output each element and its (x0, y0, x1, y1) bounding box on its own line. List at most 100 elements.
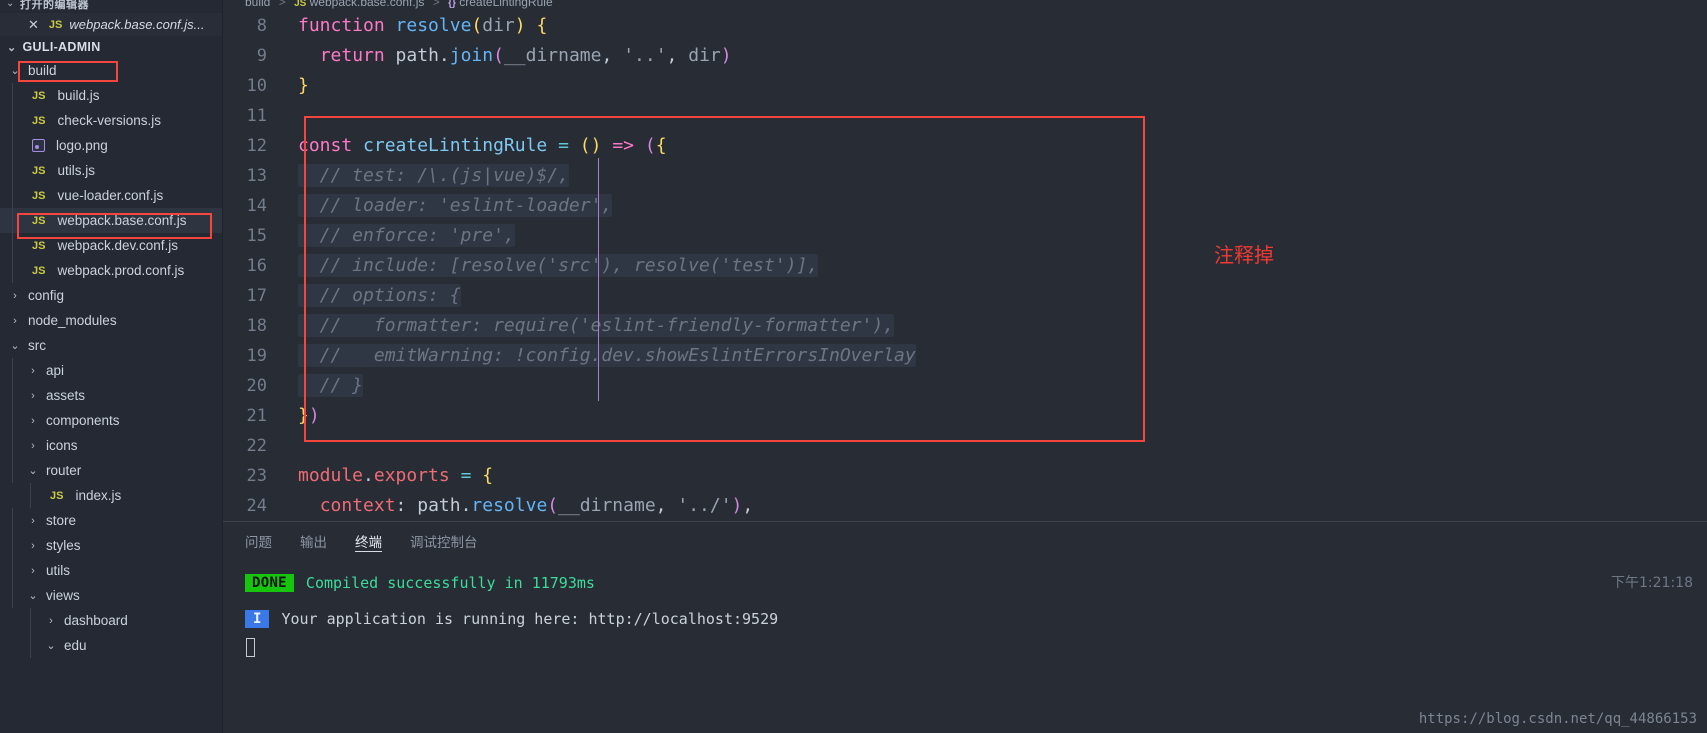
code-line-text: // options: { (285, 281, 461, 311)
tree-item-views[interactable]: ⌄ views (0, 583, 222, 608)
tree-item-icons[interactable]: › icons (0, 433, 222, 458)
breadcrumb[interactable]: build > JS webpack.base.conf.js > {} cre… (223, 0, 1707, 11)
chevron-down-icon[interactable]: ⌄ (26, 589, 40, 602)
tree-item-store[interactable]: › store (0, 508, 222, 533)
code-editor[interactable]: 8 function resolve(dir) {9 return path.jo… (223, 11, 1707, 521)
tree-item-vue-loader-conf-js[interactable]: JS vue-loader.conf.js (0, 183, 222, 208)
code-line[interactable]: 13 // test: /\.(js|vue)$/, (223, 161, 1707, 191)
tree-item-api[interactable]: › api (0, 358, 222, 383)
code-line[interactable]: 9 return path.join(__dirname, '..', dir) (223, 41, 1707, 71)
chevron-right-icon[interactable]: › (26, 440, 40, 452)
chevron-right-icon[interactable]: › (26, 565, 40, 577)
code-line[interactable]: 11 (223, 101, 1707, 131)
code-line-text: return path.join(__dirname, '..', dir) (285, 41, 732, 71)
chevron-down-icon[interactable]: ⌄ (8, 339, 22, 352)
code-line[interactable]: 24 context: path.resolve(__dirname, '../… (223, 491, 1707, 521)
code-token: ( (579, 135, 591, 156)
chevron-right-icon[interactable]: › (26, 390, 40, 402)
tree-item-styles[interactable]: › styles (0, 533, 222, 558)
code-line[interactable]: 10} (223, 71, 1707, 101)
line-number: 24 (246, 496, 267, 516)
indent-guide (12, 208, 13, 233)
code-line[interactable]: 20 // } (223, 371, 1707, 401)
line-number: 21 (246, 406, 267, 426)
code-comment: // formatter: require('eslint-friendly-f… (298, 314, 895, 337)
tree-item-src[interactable]: ⌄ src (0, 333, 222, 358)
chevron-down-icon[interactable]: ⌄ (26, 464, 40, 477)
code-line-text: // include: [resolve('src'), resolve('te… (285, 251, 819, 281)
panel-tab-1[interactable]: 输出 (300, 522, 327, 559)
chevron-right-icon[interactable]: › (44, 615, 58, 627)
open-editor-item[interactable]: ✕ JS webpack.base.conf.js... (0, 13, 222, 36)
code-line[interactable]: 21}) (223, 401, 1707, 431)
code-token: dir (688, 45, 721, 66)
project-root-row[interactable]: ⌄ GULI-ADMIN (0, 36, 222, 58)
tree-item-components[interactable]: › components (0, 408, 222, 433)
code-line-text: // formatter: require('eslint-friendly-f… (285, 311, 895, 341)
panel-tab-3[interactable]: 调试控制台 (410, 522, 478, 559)
tree-item-label: webpack.base.conf.js (57, 213, 187, 228)
tree-item-webpack-prod-conf-js[interactable]: JS webpack.prod.conf.js (0, 258, 222, 283)
chevron-right-icon[interactable]: › (26, 515, 40, 527)
chevron-right-icon[interactable]: › (8, 315, 22, 327)
chevron-down-icon[interactable]: ⌄ (8, 64, 22, 77)
code-line[interactable]: 8 function resolve(dir) { (223, 11, 1707, 41)
panel-tab-2[interactable]: 终端 (355, 522, 382, 559)
code-line[interactable]: 17 // options: { (223, 281, 1707, 311)
breadcrumb-folder[interactable]: build (245, 0, 270, 9)
indent-guide (12, 558, 13, 583)
panel-tab-strip: 问题 输出 终端 调试控制台 (223, 522, 1707, 559)
close-icon[interactable]: ✕ (28, 17, 39, 33)
code-token: : (395, 495, 407, 516)
code-line[interactable]: 22 (223, 431, 1707, 461)
tree-item-utils[interactable]: › utils (0, 558, 222, 583)
chevron-right-icon[interactable]: › (8, 290, 22, 302)
chevron-down-icon: ⌄ (6, 0, 15, 9)
code-comment: // } (298, 374, 364, 397)
code-line[interactable]: 19 // emitWarning: !config.dev.showEslin… (223, 341, 1707, 371)
code-token: ) (590, 135, 602, 156)
code-line[interactable]: 23 module.exports = { (223, 461, 1707, 491)
tree-item-dashboard[interactable]: › dashboard (0, 608, 222, 633)
tree-item-index-js[interactable]: JS index.js (0, 483, 222, 508)
tree-item-build[interactable]: ⌄ build (0, 58, 222, 83)
tree-item-router[interactable]: ⌄ router (0, 458, 222, 483)
code-line[interactable]: 18 // formatter: require('eslint-friendl… (223, 311, 1707, 341)
terminal-output[interactable]: DONE Compiled successfully in 11793ms I … (223, 559, 1707, 661)
indent-guide (12, 83, 13, 108)
terminal-line-done: DONE Compiled successfully in 11793ms (245, 569, 1707, 597)
tree-item-label: src (28, 338, 46, 353)
breadcrumb-file[interactable]: webpack.base.conf.js (310, 0, 425, 9)
code-token: , (666, 45, 689, 66)
chevron-down-icon[interactable]: ⌄ (44, 639, 58, 652)
code-line-text: // emitWarning: !config.dev.showEslintEr… (285, 341, 916, 371)
project-name: GULI-ADMIN (22, 40, 101, 54)
chevron-right-icon[interactable]: › (26, 540, 40, 552)
panel-tab-0[interactable]: 问题 (245, 522, 272, 559)
tree-item-webpack-dev-conf-js[interactable]: JS webpack.dev.conf.js (0, 233, 222, 258)
tree-item-config[interactable]: › config (0, 283, 222, 308)
breadcrumb-symbol[interactable]: createLintingRule (459, 0, 552, 9)
line-number: 10 (246, 76, 267, 96)
tree-item-node-modules[interactable]: › node_modules (0, 308, 222, 333)
tree-item-assets[interactable]: › assets (0, 383, 222, 408)
tree-item-label: api (46, 363, 65, 378)
tree-item-check-versions-js[interactable]: JS check-versions.js (0, 108, 222, 133)
tree-item-build-js[interactable]: JS build.js (0, 83, 222, 108)
tree-item-utils-js[interactable]: JS utils.js (0, 158, 222, 183)
tree-item-webpack-base-conf-js[interactable]: JS webpack.base.conf.js (0, 208, 222, 233)
indent-guide (12, 258, 13, 283)
chevron-right-icon[interactable]: › (26, 415, 40, 427)
code-line[interactable]: 16 // include: [resolve('src'), resolve(… (223, 251, 1707, 281)
code-token: '../' (677, 495, 732, 516)
tree-item-edu[interactable]: ⌄ edu (0, 633, 222, 658)
chevron-right-icon[interactable]: › (26, 365, 40, 377)
code-line[interactable]: 12 const createLintingRule = () => ({ (223, 131, 1707, 161)
code-token: createLintingRule (363, 135, 548, 156)
open-editors-header[interactable]: ⌄ 打开的编辑器 (0, 0, 222, 13)
tree-item-logo-png[interactable]: logo.png (0, 133, 222, 158)
code-line-text: // enforce: 'pre', (285, 221, 515, 251)
code-line[interactable]: 15 // enforce: 'pre', (223, 221, 1707, 251)
code-line[interactable]: 14 // loader: 'eslint-loader', (223, 191, 1707, 221)
